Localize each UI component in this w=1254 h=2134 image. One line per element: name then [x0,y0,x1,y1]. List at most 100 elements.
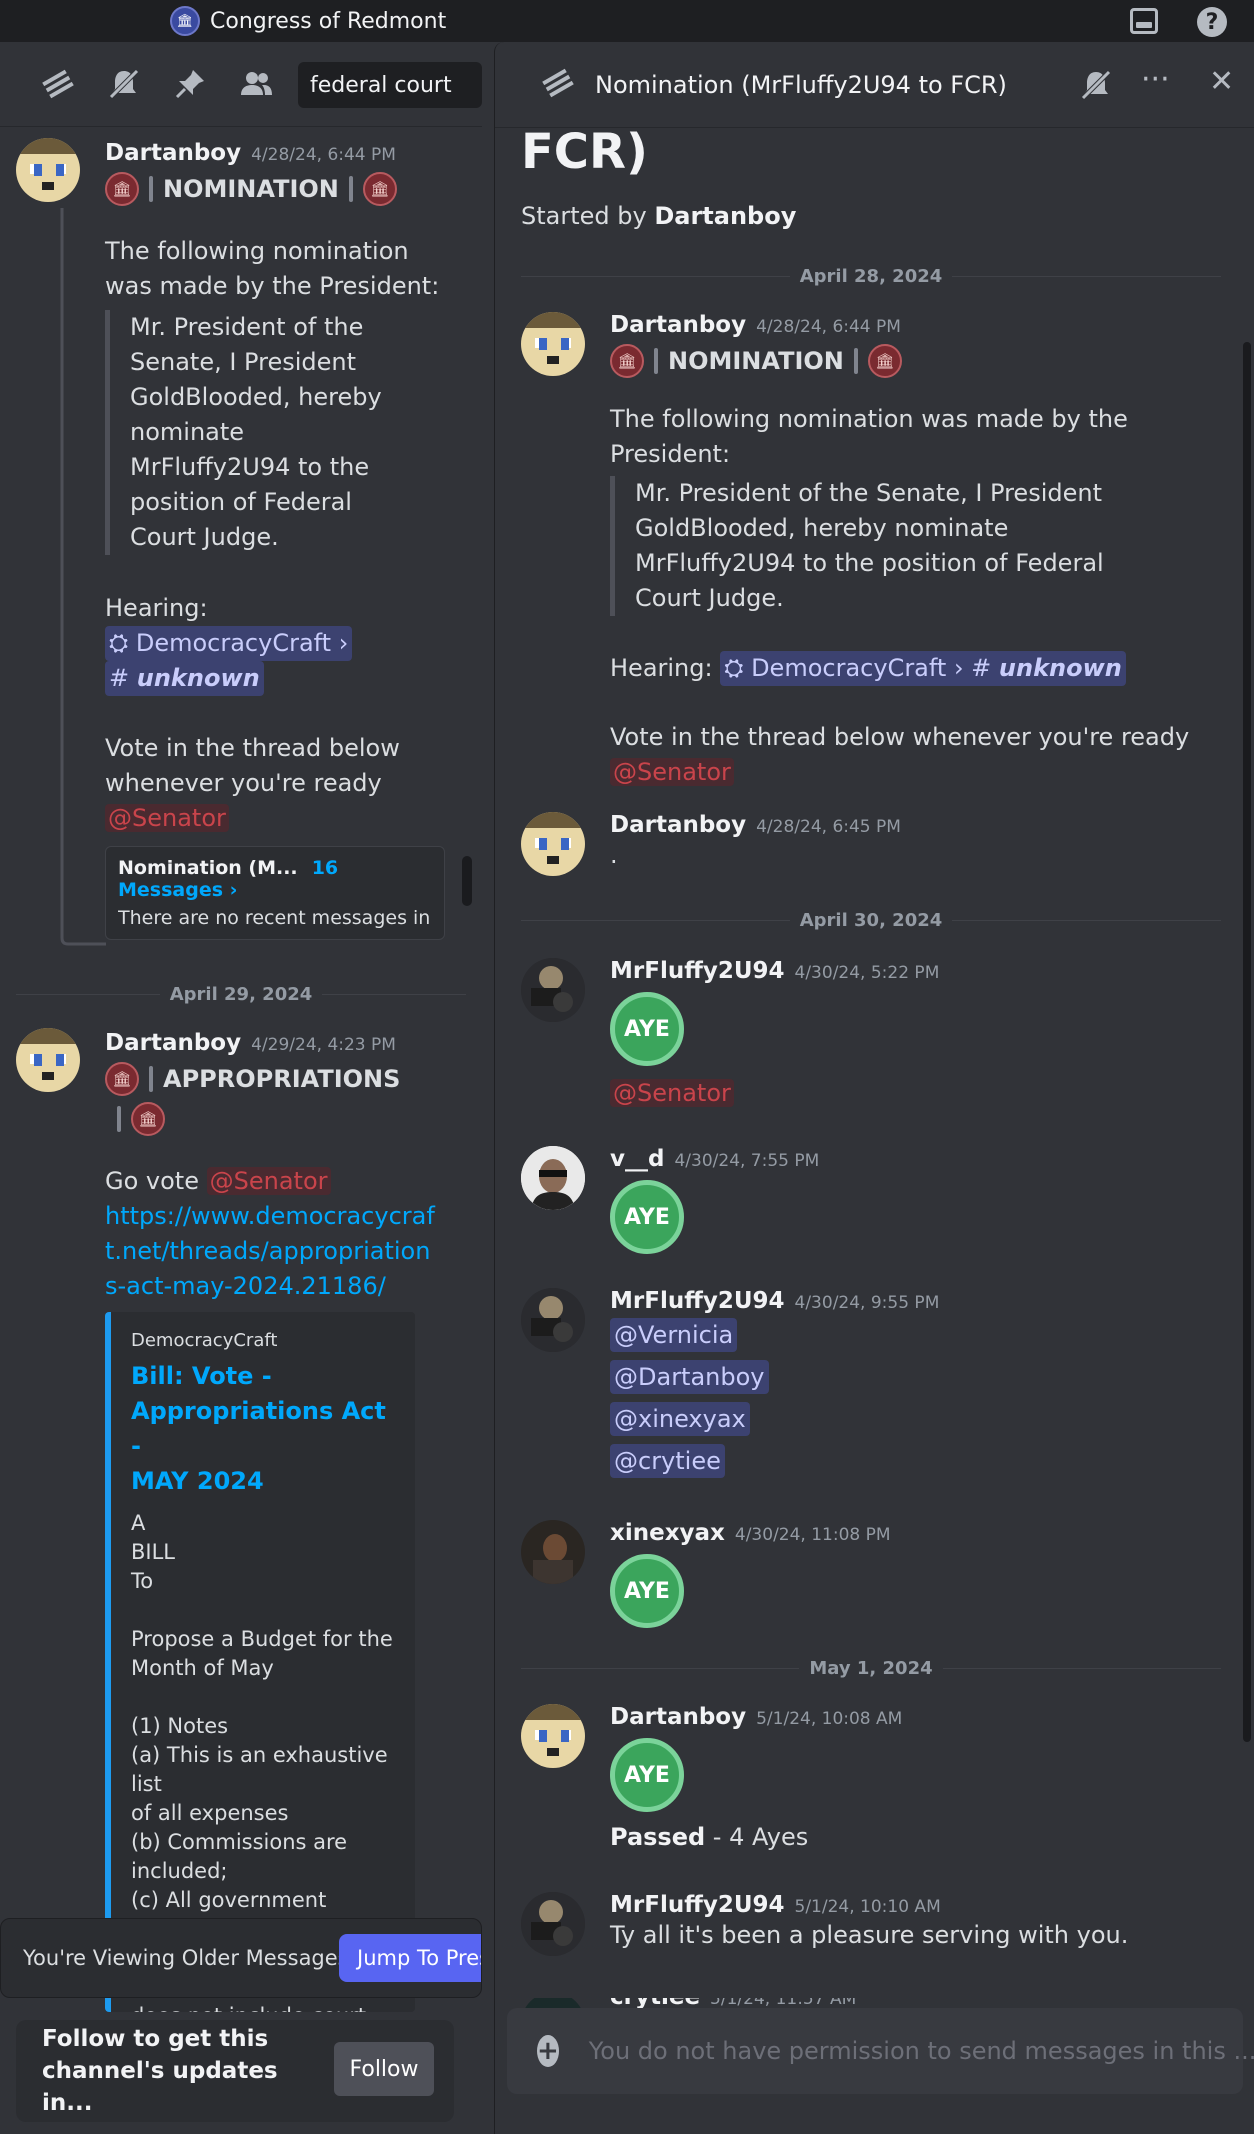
author-name[interactable]: Dartanboy [610,812,746,838]
avatar[interactable] [521,1288,585,1352]
inbox-icon[interactable] [1130,8,1158,34]
capitol-seal-icon: 🏛 [105,172,139,206]
author-name[interactable]: v__d [610,1146,664,1172]
scrollbar-thumb[interactable] [1243,342,1251,1742]
author-name[interactable]: xinexyax [610,1520,725,1546]
user-mention[interactable]: @Vernicia [610,1318,738,1352]
hearing: Hearing: ⛭ DemocracyCraft › # unknown [610,651,1220,686]
quote-line: GoldBlooded, hereby [130,383,382,411]
tag-title: APPROPRIATIONS [163,1065,401,1093]
quote-line: nominate [130,418,245,446]
follow-text-line: channel's updates in... [42,2058,278,2116]
avatar[interactable] [16,1028,80,1092]
aye-badge: AYE [610,992,684,1066]
role-mention[interactable]: @Senator [610,758,734,786]
link[interactable]: https://www.democracycraf [105,1199,465,1234]
timestamp: 4/28/24, 6:44 PM [756,317,901,337]
author-name[interactable]: MrFluffy2U94 [610,958,785,984]
thread-preview[interactable]: Nomination (M... 16 Messages › There are… [105,846,445,940]
aye-badge: AYE [610,1738,684,1812]
text-line: Vote in the thread below [105,734,400,762]
avatar[interactable] [521,312,585,376]
text-line: was made by the President: [105,272,440,300]
quote-line: Senate, I President [130,348,357,376]
help-icon[interactable]: ? [1197,7,1227,37]
link[interactable]: s-act-may-2024.21186/ [105,1269,465,1304]
thread-last-message: There are no recent messages in t [118,907,432,929]
thread-big-title: FCR) [521,124,648,180]
channel-name: unknown [136,664,260,692]
started-by-label: Started by [521,202,647,230]
avatar[interactable] [521,1146,585,1210]
search-input[interactable]: federal court [298,62,482,108]
role-mention[interactable]: @Senator [206,1167,331,1195]
user-mention[interactable]: @crytiee [610,1444,725,1478]
members-icon[interactable] [238,66,274,102]
jump-to-present-button[interactable]: Jump To Present [339,1934,481,1982]
block-quote: Mr. President of the Senate, I President… [610,476,1220,616]
date-label: April 30, 2024 [799,910,943,931]
role-mention[interactable]: @Senator [105,804,229,832]
avatar[interactable] [521,1892,585,1956]
follow-text-line: Follow to get this [42,2026,269,2052]
avatar[interactable] [521,1704,585,1768]
hearing: Hearing: ⛭ DemocracyCraft › # unknown [105,591,465,696]
user-mention[interactable]: @xinexyax [610,1402,750,1436]
avatar[interactable] [521,812,585,876]
avatar[interactable] [521,958,585,1022]
starter-name[interactable]: Dartanboy [654,202,796,230]
date-label: April 28, 2024 [799,266,943,287]
capitol-seal-icon: 🏛 [362,172,397,206]
timestamp: 4/28/24, 6:45 PM [756,817,901,837]
embed-provider[interactable]: DemocracyCraft [131,1330,395,1351]
mute-bell-icon[interactable] [1079,68,1113,110]
tag-title: NOMINATION [668,347,844,375]
follow-button[interactable]: Follow [334,2042,434,2096]
link[interactable]: t.net/threads/appropriation [105,1234,465,1269]
server-name: DemocracyCraft [135,629,332,657]
separator [149,176,153,202]
capitol-seal-icon: 🏛 [131,1102,165,1136]
author-name[interactable]: Dartanboy [610,1704,746,1730]
close-icon[interactable]: ✕ [1209,64,1234,99]
mute-bell-icon[interactable] [106,66,142,102]
quote-line: GoldBlooded, hereby nominate [635,514,1009,542]
author-name[interactable]: Dartanboy [610,312,746,338]
separator [654,348,658,374]
server-title: 🏛 Congress of Redmont [170,6,446,36]
message-composer: + You do not have permission to send mes… [507,2008,1254,2094]
author-name[interactable]: Dartanboy [105,140,241,166]
window-title: Congress of Redmont [210,8,447,34]
threads-icon[interactable] [40,66,76,102]
user-mention[interactable]: @Dartanboy [610,1360,769,1394]
date-divider: April 30, 2024 [521,910,1221,931]
more-options-icon[interactable]: ··· [1141,62,1170,97]
aye-badge: AYE [610,1554,684,1628]
embed-title-line: MAY 2024 [131,1467,264,1495]
quote-line: Mr. President of the Senate, I President [635,479,1102,507]
avatar[interactable] [16,138,80,202]
date-divider: May 1, 2024 [521,1658,1222,1679]
channel-link[interactable]: # unknown [105,661,264,696]
channel-link[interactable]: ⛭ DemocracyCraft › [105,626,353,661]
timestamp: 4/29/24, 4:23 PM [251,1035,396,1055]
tag-line: 🏛 NOMINATION 🏛 [105,172,465,206]
embed-title[interactable]: Bill: Vote - Appropriations Act - MAY 20… [131,1359,395,1499]
channel-link[interactable]: ⛭ DemocracyCraft › # unknown [720,651,1126,686]
result-bold: Passed [610,1823,706,1851]
role-mention[interactable]: @Senator [610,1079,734,1107]
vote-text: Vote in the thread below whenever you're… [610,720,1220,790]
author-name[interactable]: Dartanboy [105,1030,241,1056]
scrollbar-thumb[interactable] [462,856,472,906]
started-by: Started by Dartanboy [521,202,796,230]
text-line: Vote in the thread below whenever you're… [610,723,1190,751]
date-label: May 1, 2024 [809,1658,933,1679]
author-name[interactable]: MrFluffy2U94 [610,1892,785,1918]
timestamp: 4/30/24, 11:08 PM [734,1525,891,1545]
tag-title: NOMINATION [163,175,339,203]
author-name[interactable]: MrFluffy2U94 [610,1288,785,1314]
text-line: whenever you're ready [105,769,382,797]
message-text: Ty all it's been a pleasure serving with… [610,1921,1129,1949]
pin-icon[interactable] [172,66,208,102]
avatar[interactable] [521,1520,585,1584]
